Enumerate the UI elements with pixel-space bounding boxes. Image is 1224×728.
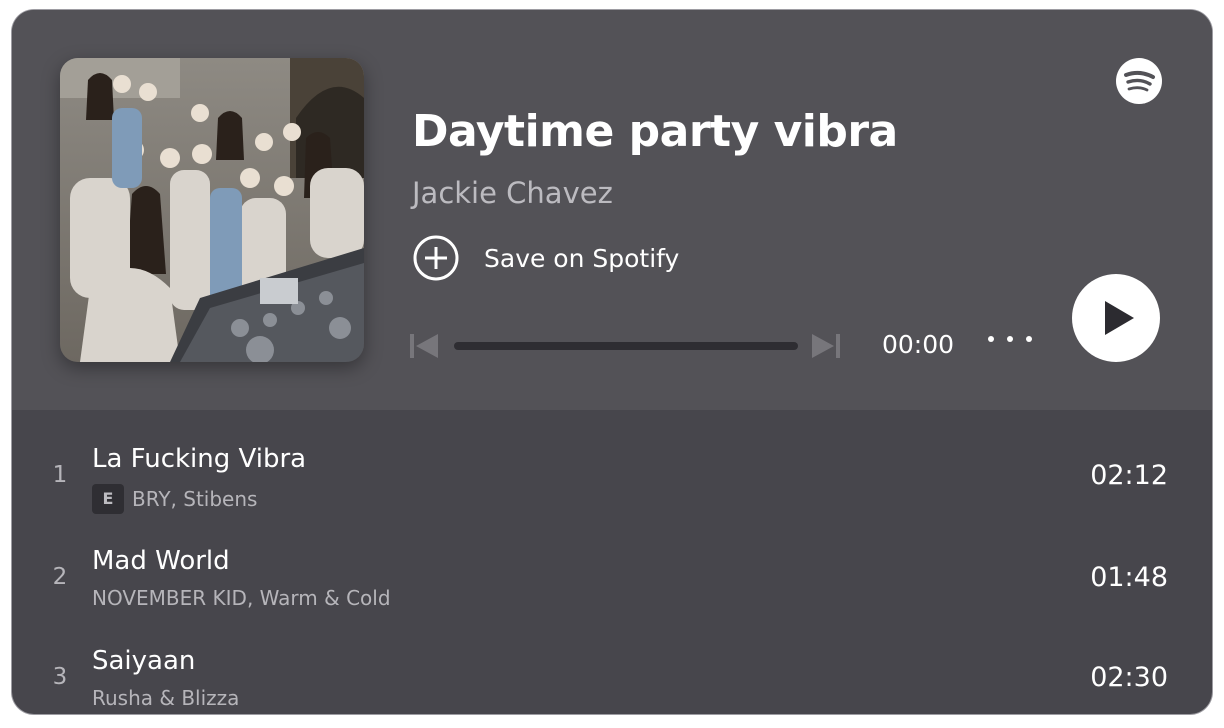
track-title: La Fucking Vibra (92, 444, 307, 474)
more-options-icon (988, 336, 994, 342)
explicit-badge: E (92, 484, 124, 514)
track-title: Saiyaan (92, 646, 196, 676)
skip-back-icon (410, 334, 438, 358)
player-header: Daytime party vibra Jackie Chavez Save o… (12, 10, 1212, 410)
track-duration: 02:12 (1090, 460, 1168, 491)
next-track-button[interactable] (808, 330, 842, 362)
playlist-title[interactable]: Daytime party vibra (412, 106, 898, 157)
track-artists: BRY, Stibens (132, 487, 258, 511)
spotify-embed-player: Daytime party vibra Jackie Chavez Save o… (12, 10, 1212, 714)
save-label: Save on Spotify (484, 243, 680, 273)
spotify-logo-icon (1116, 58, 1162, 104)
track-duration: 02:30 (1090, 662, 1168, 693)
track-number: 2 (52, 564, 68, 590)
previous-track-button[interactable] (408, 330, 442, 362)
play-button[interactable] (1072, 274, 1160, 362)
playback-time: 00:00 (882, 330, 955, 359)
track-list: 1 La Fucking Vibra E BRY, Stibens 02:12 … (12, 410, 1212, 714)
track-number: 1 (52, 462, 68, 488)
skip-forward-icon (812, 334, 840, 358)
save-on-spotify-button[interactable]: Save on Spotify (412, 234, 679, 282)
track-duration: 01:48 (1090, 562, 1168, 593)
track-title: Mad World (92, 546, 230, 576)
progress-bar[interactable] (454, 342, 798, 350)
play-icon (1105, 301, 1134, 335)
track-row[interactable]: 3 Saiyaan Rusha & Blizza 02:30 (12, 612, 1212, 712)
cover-photo (60, 58, 364, 362)
track-row[interactable]: 2 Mad World NOVEMBER KID, Warm & Cold 01… (12, 512, 1212, 612)
plus-circle-icon (413, 235, 459, 281)
more-options-button[interactable] (988, 326, 1032, 352)
track-artists-line: E BRY, Stibens (92, 484, 257, 514)
track-artists-line: Rusha & Blizza (92, 686, 239, 710)
playlist-cover-image[interactable] (60, 58, 364, 362)
track-artists: Rusha & Blizza (92, 686, 240, 710)
more-options-icon (1026, 336, 1032, 342)
track-artists-line: NOVEMBER KID, Warm & Cold (92, 586, 391, 610)
track-artists: NOVEMBER KID, Warm & Cold (92, 586, 391, 610)
more-options-icon (1007, 336, 1013, 342)
spotify-logo-link[interactable] (1116, 58, 1162, 104)
track-number: 3 (52, 664, 68, 690)
playlist-owner[interactable]: Jackie Chavez (412, 176, 613, 210)
track-row[interactable]: 1 La Fucking Vibra E BRY, Stibens 02:12 (12, 410, 1212, 514)
